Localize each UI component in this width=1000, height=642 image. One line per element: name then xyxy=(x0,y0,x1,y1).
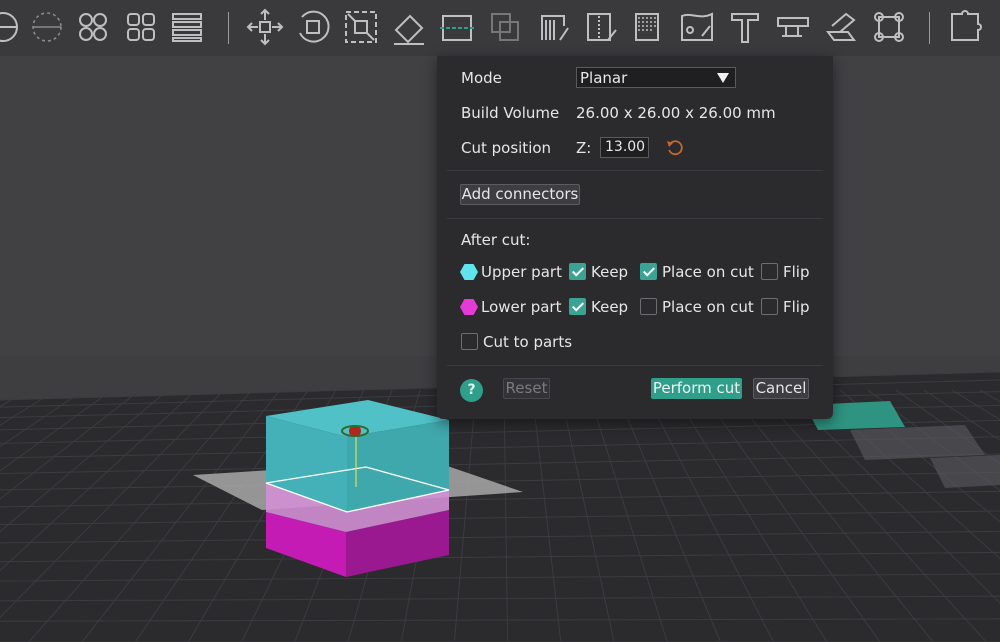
assembly-icon[interactable] xyxy=(820,6,862,48)
cut-position-input[interactable]: 13.00 xyxy=(600,137,649,158)
upper-keep-checkbox[interactable] xyxy=(569,263,586,280)
orient-icon[interactable] xyxy=(26,6,68,48)
axis-label: Z: xyxy=(576,139,592,157)
split-parts-icon[interactable] xyxy=(120,6,162,48)
upper-part-color-icon xyxy=(460,264,478,280)
split-objects-icon[interactable] xyxy=(72,6,114,48)
build-volume-value: 26.00 x 26.00 x 26.00 mm xyxy=(576,104,776,122)
toolbar-separator xyxy=(228,12,229,44)
lower-part-label: Lower part xyxy=(481,298,562,316)
build-volume-label: Build Volume xyxy=(461,104,560,122)
after-cut-label: After cut: xyxy=(461,231,531,249)
upper-place-on-cut-checkbox[interactable] xyxy=(640,263,657,280)
color-paint-icon[interactable] xyxy=(676,6,718,48)
help-button[interactable]: ? xyxy=(460,379,483,402)
layers-icon[interactable] xyxy=(166,6,208,48)
cut-tool-panel: Mode Planar Build Volume 26.00 x 26.00 x… xyxy=(437,56,833,419)
lower-flip-label: Flip xyxy=(783,298,810,316)
seam-paint-icon[interactable] xyxy=(580,6,622,48)
upper-part-label: Upper part xyxy=(481,263,562,281)
top-toolbar xyxy=(0,0,1000,56)
fuzzy-skin-icon[interactable] xyxy=(628,6,670,48)
lower-part-color-icon xyxy=(460,299,478,315)
upper-flip-label: Flip xyxy=(783,263,810,281)
scale-icon[interactable] xyxy=(340,6,382,48)
mode-select[interactable]: Planar xyxy=(576,67,736,88)
lower-place-on-cut-label: Place on cut xyxy=(662,298,754,316)
divider xyxy=(447,218,823,219)
move-icon[interactable] xyxy=(244,6,286,48)
mode-label: Mode xyxy=(461,69,502,87)
cancel-button[interactable]: Cancel xyxy=(753,378,809,399)
support-paint-icon[interactable] xyxy=(534,6,576,48)
reset-button[interactable]: Reset xyxy=(503,378,550,399)
lay-on-face-icon[interactable] xyxy=(388,6,430,48)
rotate-icon[interactable] xyxy=(292,6,334,48)
divider xyxy=(447,170,823,171)
chevron-down-icon xyxy=(717,73,729,83)
mode-select-value: Planar xyxy=(580,69,628,87)
arrange-icon[interactable] xyxy=(0,6,24,48)
divider xyxy=(447,365,823,366)
cut-to-parts-checkbox[interactable] xyxy=(461,333,478,350)
plate-label-chip xyxy=(850,425,985,460)
reset-position-icon[interactable] xyxy=(665,138,685,158)
measure-icon[interactable] xyxy=(772,6,814,48)
cut-to-parts-label: Cut to parts xyxy=(483,333,573,351)
text-icon[interactable] xyxy=(724,6,766,48)
upper-place-on-cut-label: Place on cut xyxy=(662,263,754,281)
cut-icon[interactable] xyxy=(436,6,478,48)
cut-position-label: Cut position xyxy=(461,139,552,157)
lower-keep-checkbox[interactable] xyxy=(569,298,586,315)
add-connectors-button[interactable]: Add connectors xyxy=(460,184,580,205)
lower-flip-checkbox[interactable] xyxy=(761,298,778,315)
mesh-boolean-icon[interactable] xyxy=(484,6,526,48)
perform-cut-button[interactable]: Perform cut xyxy=(651,378,742,399)
toolbar-separator xyxy=(929,12,930,44)
brim-ears-icon[interactable] xyxy=(868,6,910,48)
puzzle-icon[interactable] xyxy=(944,6,986,48)
upper-flip-checkbox[interactable] xyxy=(761,263,778,280)
lower-place-on-cut-checkbox[interactable] xyxy=(640,298,657,315)
upper-keep-label: Keep xyxy=(591,263,629,281)
lower-keep-label: Keep xyxy=(591,298,629,316)
